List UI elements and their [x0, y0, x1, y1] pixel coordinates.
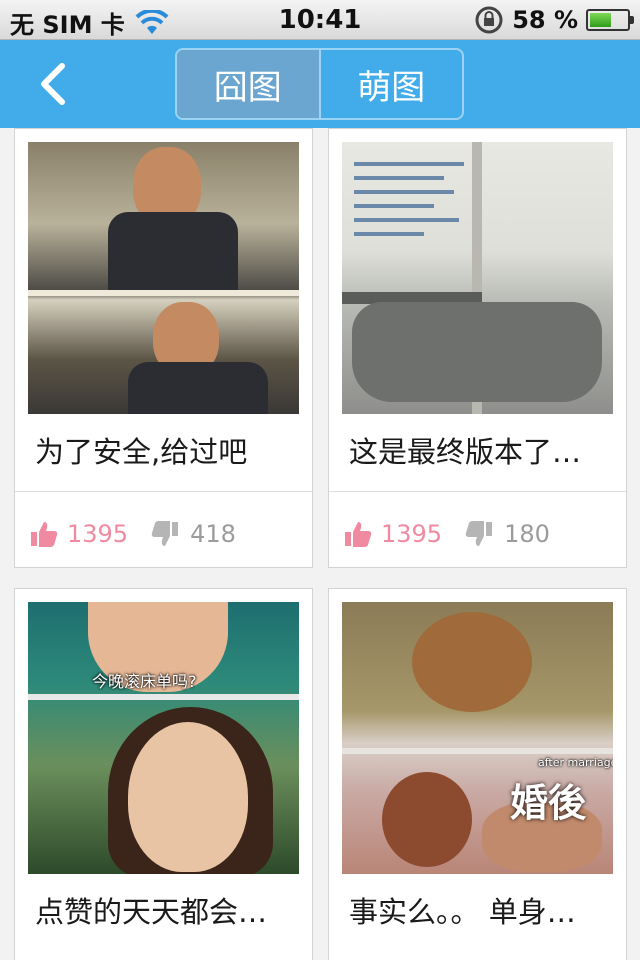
carrier-label: 无 SIM 卡	[10, 11, 125, 39]
card-image[interactable]	[342, 142, 613, 414]
meme-caption-small: after marriage	[538, 756, 613, 769]
battery-icon	[586, 9, 634, 31]
image-card[interactable]: after marriage 婚後 事实么。。 单身…	[328, 588, 627, 960]
battery-fill	[590, 13, 611, 27]
card-divider	[329, 491, 626, 492]
tab-jiong-tu[interactable]: 囧图	[177, 50, 319, 118]
card-image[interactable]: 今晚滚床单吗?	[28, 602, 299, 874]
thumbs-down-icon[interactable]	[464, 519, 494, 549]
dislike-count: 180	[504, 520, 550, 548]
image-card[interactable]: 为了安全,给过吧 1395 418	[14, 128, 313, 568]
dislike-count: 418	[190, 520, 236, 548]
meme-photo	[28, 142, 299, 414]
like-count: 1395	[67, 520, 129, 548]
meme-photo: 今晚滚床单吗?	[28, 602, 299, 874]
meme-caption: 婚後	[510, 781, 587, 825]
card-stats: 1395 418	[29, 519, 236, 549]
status-right: 58 %	[474, 5, 634, 35]
wifi-icon	[135, 8, 169, 36]
card-title: 点赞的天天都会…	[35, 895, 268, 929]
status-left: 无 SIM 卡	[10, 5, 169, 40]
back-button[interactable]	[22, 54, 82, 114]
image-card[interactable]: 这是最终版本了… 1395 180	[328, 128, 627, 568]
nav-bar: 囧图 萌图	[0, 40, 640, 128]
card-title: 事实么。。 单身…	[349, 895, 576, 929]
thumbs-up-icon[interactable]	[29, 519, 59, 549]
meme-photo	[342, 142, 613, 414]
image-card[interactable]: 今晚滚床单吗? 点赞的天天都会…	[14, 588, 313, 960]
battery-percent: 58 %	[512, 6, 578, 34]
status-bar: 无 SIM 卡 10:41 58 %	[0, 0, 640, 40]
image-grid: 为了安全,给过吧 1395 418 这是最终版本了… 1395 180 今晚滚床…	[0, 128, 640, 960]
card-title: 为了安全,给过吧	[35, 435, 248, 469]
meme-caption: 今晚滚床单吗?	[92, 672, 197, 691]
category-segmented-control: 囧图 萌图	[175, 48, 464, 120]
thumbs-up-icon[interactable]	[343, 519, 373, 549]
chevron-left-icon	[41, 63, 65, 105]
rotation-lock-icon	[474, 5, 504, 35]
card-divider	[15, 491, 312, 492]
card-stats: 1395 180	[343, 519, 550, 549]
card-title: 这是最终版本了…	[349, 435, 582, 469]
card-image[interactable]: after marriage 婚後	[342, 602, 613, 874]
like-count: 1395	[381, 520, 443, 548]
thumbs-down-icon[interactable]	[150, 519, 180, 549]
tab-meng-tu[interactable]: 萌图	[318, 50, 463, 118]
meme-photo: after marriage 婚後	[342, 602, 613, 874]
card-image[interactable]	[28, 142, 299, 414]
